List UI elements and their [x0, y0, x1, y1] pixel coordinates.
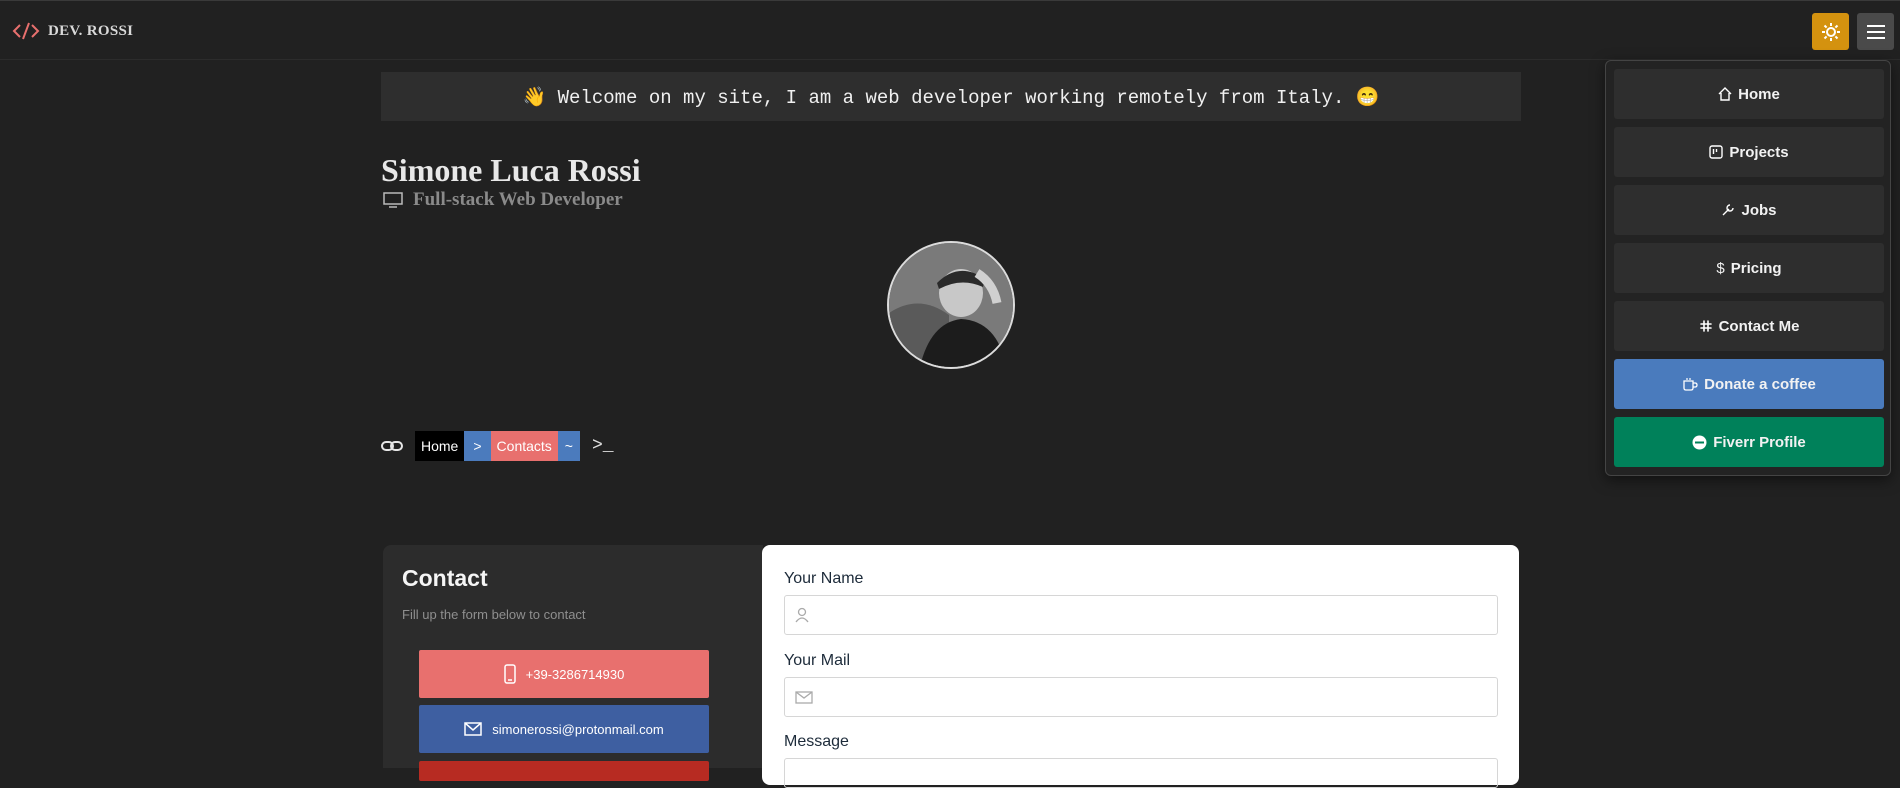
- link-icon: [381, 441, 403, 451]
- breadcrumb-separator: >: [464, 431, 491, 461]
- email-button[interactable]: simonerossi@protonmail.com: [419, 705, 709, 753]
- email-address: simonerossi@protonmail.com: [492, 721, 664, 737]
- contact-form: Your Name Your Mail Message: [762, 545, 1519, 788]
- menu-item-label: Fiverr Profile: [1713, 433, 1806, 451]
- monitor-icon: [383, 192, 403, 208]
- breadcrumb: Home > Contacts ~ >_: [381, 431, 614, 461]
- menu-item-pricing[interactable]: $ Pricing: [1614, 243, 1884, 293]
- wrench-icon: [1722, 204, 1735, 216]
- top-navbar: DEV. ROSSI: [0, 0, 1900, 60]
- contact-subtitle: Fill up the form below to contact: [402, 607, 586, 622]
- welcome-banner: 👋 Welcome on my site, I am a web develop…: [381, 72, 1521, 121]
- nav-dropdown-menu: Home Projects Jobs $ Pricing Contact Me: [1605, 60, 1891, 476]
- avatar: [887, 241, 1015, 369]
- theme-toggle-button[interactable]: [1812, 13, 1849, 50]
- code-icon: [12, 22, 40, 40]
- contact-card: Contact Fill up the form below to contac…: [383, 545, 763, 781]
- menu-item-projects[interactable]: Projects: [1614, 127, 1884, 177]
- menu-item-label: Contact Me: [1718, 317, 1800, 335]
- sun-gear-icon: [1821, 22, 1840, 41]
- menu-item-contact-me[interactable]: Contact Me: [1614, 301, 1884, 351]
- phone-number: +39-3286714930: [525, 666, 625, 682]
- brand-logo[interactable]: DEV. ROSSI: [12, 21, 133, 41]
- menu-item-label: Projects: [1729, 143, 1789, 161]
- profile-photo: [889, 243, 1013, 367]
- hamburger-icon: [1866, 24, 1885, 39]
- breadcrumb-contacts[interactable]: Contacts: [490, 431, 558, 461]
- menu-item-donate-coffee[interactable]: Donate a coffee: [1614, 359, 1884, 409]
- menu-toggle-button[interactable]: [1857, 13, 1894, 50]
- slack-icon: [1699, 320, 1712, 332]
- contact-title: Contact: [402, 565, 488, 591]
- coffee-icon: [1683, 378, 1698, 391]
- message-textarea[interactable]: [784, 758, 1498, 788]
- name-input[interactable]: [819, 605, 1497, 625]
- home-icon: [1718, 87, 1732, 101]
- role-text: Full-stack Web Developer: [413, 189, 623, 210]
- phone-button[interactable]: +39-3286714930: [419, 650, 709, 698]
- terminal-prompt: >_: [591, 436, 614, 456]
- menu-item-label: Donate a coffee: [1704, 375, 1816, 393]
- envelope-icon: [464, 722, 483, 736]
- welcome-text: 👋 Welcome on my site, I am a web develop…: [522, 86, 1380, 109]
- role-subtitle: Full-stack Web Developer: [383, 189, 623, 211]
- menu-item-label: Pricing: [1730, 259, 1782, 277]
- user-icon: [795, 607, 809, 623]
- name-label: Your Name: [784, 570, 864, 587]
- menu-item-fiverr-profile[interactable]: Fiverr Profile: [1614, 417, 1884, 467]
- mail-input[interactable]: [823, 687, 1497, 707]
- name-field[interactable]: [784, 595, 1498, 635]
- menu-item-label: Home: [1738, 85, 1780, 103]
- brand-name: DEV. ROSSI: [48, 22, 134, 39]
- breadcrumb-home[interactable]: Home: [415, 431, 465, 461]
- menu-item-jobs[interactable]: Jobs: [1614, 185, 1884, 235]
- mail-label: Your Mail: [784, 652, 851, 669]
- extra-contact-button[interactable]: [419, 761, 709, 781]
- page-title: Simone Luca Rossi: [381, 152, 641, 188]
- phone-icon: [503, 664, 516, 684]
- message-label: Message: [784, 733, 849, 750]
- menu-item-label: Jobs: [1741, 201, 1777, 219]
- mail-field[interactable]: [784, 677, 1498, 717]
- menu-item-home[interactable]: Home: [1614, 69, 1884, 119]
- kanban-icon: [1709, 145, 1724, 159]
- dollar-icon: $: [1716, 259, 1725, 277]
- breadcrumb-tilde: ~: [557, 431, 580, 461]
- envelope-icon: [795, 690, 813, 704]
- fiverr-icon: [1692, 435, 1707, 449]
